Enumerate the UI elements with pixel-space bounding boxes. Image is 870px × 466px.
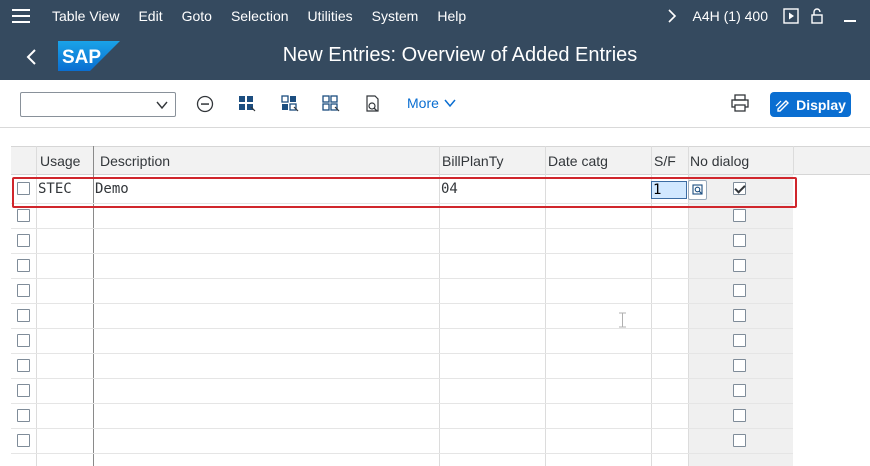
menu-bar: Table View Edit Goto Selection Utilities… [0, 0, 870, 32]
toolbar: More Display [0, 80, 870, 128]
menu-edit[interactable]: Edit [138, 8, 162, 24]
minimize-icon[interactable] [830, 0, 870, 32]
no-dialog-checkbox[interactable] [733, 434, 746, 447]
table-row [11, 279, 793, 304]
table-row [11, 329, 793, 354]
no-dialog-checkbox[interactable] [733, 234, 746, 247]
unlock-icon[interactable] [804, 0, 830, 32]
system-info: A4H (1) 400 [692, 8, 768, 24]
row-select-box[interactable] [17, 434, 30, 447]
deselect-all-icon[interactable] [320, 93, 342, 115]
table-row [11, 379, 793, 404]
view-details-icon[interactable] [362, 93, 384, 115]
row-select-box[interactable] [17, 309, 30, 322]
col-header-date-catg[interactable]: Date catg [542, 147, 608, 175]
entries-table: Usage Description BillPlanTy Date catg S… [11, 146, 870, 466]
table-row [11, 429, 793, 454]
chevron-right-icon[interactable] [659, 0, 685, 32]
table-header: Usage Description BillPlanTy Date catg S… [11, 146, 870, 175]
text-cursor-icon [618, 312, 627, 328]
table-row [11, 404, 793, 429]
table-row [11, 204, 793, 229]
menu-help[interactable]: Help [437, 8, 466, 24]
col-header-billplanty[interactable]: BillPlanTy [436, 147, 503, 175]
table-row [11, 254, 793, 279]
title-bar: SAP New Entries: Overview of Added Entri… [0, 32, 870, 80]
no-dialog-checkbox[interactable] [733, 284, 746, 297]
col-header-usage[interactable]: Usage [34, 147, 80, 175]
table-row [11, 229, 793, 254]
table-row [11, 304, 793, 329]
menu-table-view[interactable]: Table View [52, 8, 119, 24]
print-icon[interactable] [730, 93, 752, 115]
more-label: More [407, 95, 439, 111]
no-dialog-checkbox[interactable] [733, 309, 746, 322]
no-dialog-checkbox[interactable] [733, 259, 746, 272]
command-field-dropdown[interactable] [20, 92, 176, 117]
menu-right-area: A4H (1) 400 [659, 0, 870, 32]
menu-utilities[interactable]: Utilities [308, 8, 353, 24]
menu-selection[interactable]: Selection [231, 8, 289, 24]
no-dialog-checkbox[interactable] [733, 209, 746, 222]
table-row [11, 354, 793, 379]
more-button[interactable]: More [407, 95, 457, 111]
row-select-box[interactable] [17, 359, 30, 372]
display-pencil-icon [775, 99, 790, 112]
row-select-box[interactable] [17, 209, 30, 222]
display-button[interactable]: Display [770, 92, 851, 117]
col-header-sf[interactable]: S/F [648, 147, 676, 175]
row-select-box[interactable] [17, 259, 30, 272]
chevron-down-icon [156, 101, 168, 110]
remove-circle-icon[interactable] [194, 93, 216, 115]
row-select-box[interactable] [17, 384, 30, 397]
page-title: New Entries: Overview of Added Entries [282, 44, 638, 66]
play-icon[interactable] [778, 0, 804, 32]
col-header-description[interactable]: Description [94, 147, 170, 175]
no-dialog-checkbox[interactable] [733, 409, 746, 422]
no-dialog-checkbox[interactable] [733, 359, 746, 372]
hamburger-menu-icon[interactable] [0, 0, 42, 32]
table-area: Usage Description BillPlanTy Date catg S… [0, 128, 870, 466]
select-all-icon[interactable] [236, 93, 258, 115]
select-block-icon[interactable] [279, 93, 301, 115]
chevron-down-icon [444, 99, 456, 108]
display-label: Display [796, 96, 846, 113]
no-dialog-checkbox[interactable] [733, 334, 746, 347]
row-select-box[interactable] [17, 284, 30, 297]
row-select-box[interactable] [17, 334, 30, 347]
menu-system[interactable]: System [372, 8, 419, 24]
row-select-box[interactable] [17, 409, 30, 422]
row-select-box[interactable] [17, 234, 30, 247]
col-header-no-dialog[interactable]: No dialog [684, 147, 749, 175]
menu-goto[interactable]: Goto [182, 8, 212, 24]
no-dialog-checkbox[interactable] [733, 384, 746, 397]
column-divider [793, 146, 794, 175]
